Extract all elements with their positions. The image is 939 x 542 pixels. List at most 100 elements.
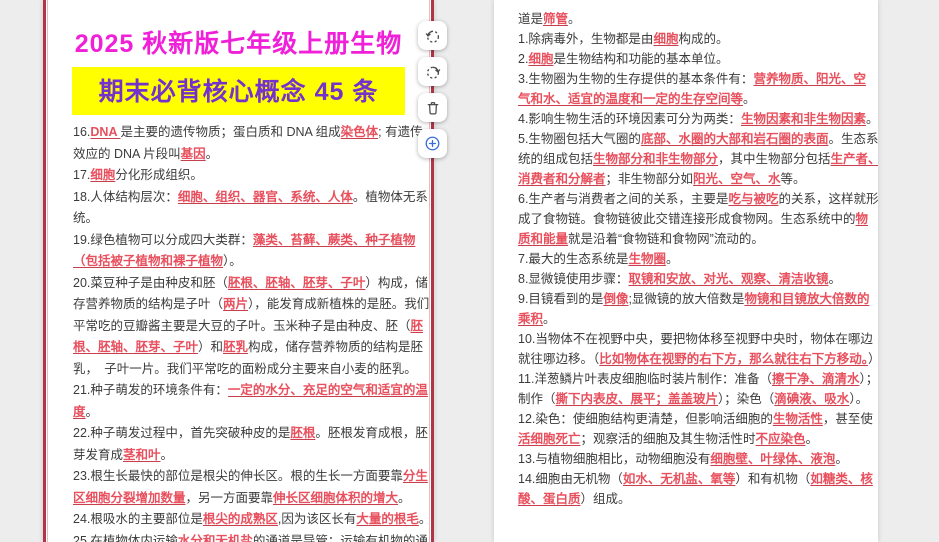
highlighted-term: 活细胞死亡 — [518, 432, 581, 446]
text-line: 区细胞分裂增加数量，另一方面要靠伸长区细胞体积的增大。 — [73, 488, 421, 510]
trash-icon — [424, 99, 442, 117]
highlighted-term: 不应染色 — [756, 432, 806, 446]
rotate-left-button[interactable] — [418, 21, 447, 50]
text-line: 统。 — [73, 208, 421, 230]
highlighted-term: （包括被子植物和裸子植物 — [73, 254, 223, 268]
highlighted-term: 茎和叶 — [123, 448, 161, 462]
highlighted-term: 细胞 — [653, 32, 678, 46]
text-line: 10.当物体不在视野中央，要把物体移至视野中央时，物体在哪边 — [518, 329, 872, 349]
text-line: 活细胞死亡；观察活的细胞及其生物活性时不应染色。 — [518, 429, 872, 449]
text-line: 14.细胞由无机物（如水、无机盐、氧等）和有机物（如糖类、核 — [518, 469, 872, 489]
text-line: 21.种子萌发的环境条件有：一定的水分、充足的空气和适宜的温 — [73, 380, 421, 402]
text-line: 24.根吸水的主要部位是根尖的成熟区,因为该区长有大量的根毛。 — [73, 509, 421, 531]
text-line: 消费者和分解者；非生物部分如阳光、空气、水等。 — [518, 169, 872, 189]
text-line: 13.与植物细胞相比，动物细胞没有细胞壁、叶绿体、液泡。 — [518, 449, 872, 469]
highlighted-term: 两片 — [223, 297, 248, 311]
text-line: 存营养物质的结构是子叶（两片），能发育成新植株的是胚。我们 — [73, 294, 421, 316]
highlighted-term: 胚乳 — [223, 340, 248, 354]
text-line: 8.显微镜使用步骤：取镜和安放、对光、观察、清洁收镜。 — [518, 269, 872, 289]
document-page-2[interactable]: 道是筛管。1.除病毒外，生物都是由细胞构成的。2.细胞是生物结构和功能的基本单位… — [494, 0, 878, 542]
left-page-text: 16.DNA 是主要的遗传物质；蛋白质和 DNA 组成染色体; 有遗传效应的 D… — [46, 115, 431, 542]
highlighted-term: 胚根、胚轴、胚芽、子叶 — [228, 276, 366, 290]
document-title-line1: 2025 秋新版七年级上册生物 — [46, 24, 431, 60]
highlighted-term: 乘积 — [518, 312, 543, 326]
document-page-1[interactable]: 2025 秋新版七年级上册生物 期末必背核心概念 45 条 16.DNA 是主要… — [43, 0, 434, 542]
highlighted-term: 物镜和目镜放大倍数的 — [744, 292, 869, 306]
text-line: 根、胚轴、胚芽、子叶）和胚乳构成，储存营养物质的结构是胚 — [73, 337, 421, 359]
rotate-right-icon — [424, 63, 442, 81]
text-line: 质和能量就是沿着“食物链和食物网”流动的。 — [518, 229, 872, 249]
page-toolbar — [418, 21, 447, 158]
highlighted-term: 取镜和安放、对光、观察、清洁收镜 — [628, 272, 828, 286]
text-line: 6.生产者与消费者之间的关系，主要是吃与被吃的关系，这样就形 — [518, 189, 872, 209]
text-line: 16.DNA 是主要的遗传物质；蛋白质和 DNA 组成染色体; 有遗传 — [73, 122, 421, 144]
highlighted-term: 生物因素和非生物因素 — [741, 112, 866, 126]
right-page-text: 道是筛管。1.除病毒外，生物都是由细胞构成的。2.细胞是生物结构和功能的基本单位… — [494, 0, 878, 509]
text-line: 成了食物链。食物链彼此交错连接形成食物网。生态系统中的物 — [518, 209, 872, 229]
text-line: 制作（撕下内表皮、展平；盖盖玻片）；染色（滴碘液、吸水）。 — [518, 389, 872, 409]
highlighted-term: 大量的根毛 — [356, 512, 419, 526]
highlighted-term: 营养物质、阳光、空 — [753, 72, 866, 86]
text-line: 4.影响生物生活的环境因素可分为两类：生物因素和非生物因素。 — [518, 109, 872, 129]
text-line: 2.细胞是生物结构和功能的基本单位。 — [518, 49, 872, 69]
highlighted-term: 基因 — [181, 147, 206, 161]
highlighted-term: DNA — [90, 125, 120, 139]
highlighted-term: 细胞 — [90, 168, 115, 182]
highlighted-term: 细胞壁、叶绿体、液泡 — [710, 452, 835, 466]
highlighted-term: 生物活性 — [773, 412, 823, 426]
text-line: 22.种子萌发过程中，首先突破种皮的是胚根。胚根发育成根，胚 — [73, 423, 421, 445]
highlighted-term: 染色体 — [341, 125, 379, 139]
highlighted-term: 藻类、苔藓、蕨类、种子植物 — [253, 233, 416, 247]
text-line: 18.人体结构层次：细胞、组织、器官、系统、人体。植物体无系 — [73, 187, 421, 209]
text-line: 17.细胞分化形成组织。 — [73, 165, 421, 187]
text-line: 11.洋葱鳞片叶表皮细胞临时装片制作：准备（擦干净、滴清水）； — [518, 369, 872, 389]
rotate-left-icon — [424, 27, 442, 45]
highlighted-term: 撕下内表皮、展平；盖盖玻片 — [556, 392, 719, 406]
text-line: 25.在植物体内运输水分和无机盐的通道是导管；运输有机物的通 — [73, 531, 421, 542]
highlighted-term: 消费者和分解者 — [518, 172, 606, 186]
text-line: 乘积。 — [518, 309, 872, 329]
highlighted-term: 倒像 — [603, 292, 628, 306]
text-line: 气和水、适宜的温度和一定的生存空间等。 — [518, 89, 872, 109]
text-line: 效应的 DNA 片段叫基因。 — [73, 144, 421, 166]
text-line: 7.最大的生态系统是生物圈。 — [518, 249, 872, 269]
text-line: 平常吃的豆瓣酱主要是大豆的子叶。玉米种子是由种皮、胚（胚 — [73, 316, 421, 338]
highlighted-term: 物 — [856, 212, 869, 226]
highlighted-term: 比如物体在视野的右下方，那么就往右下方移动。 — [599, 352, 868, 366]
text-line: 23.根生长最快的部位是根尖的伸长区。根的生长一方面要靠分生 — [73, 466, 421, 488]
document-title-highlight-band: 期末必背核心概念 45 条 — [72, 67, 405, 115]
text-line: （包括被子植物和裸子植物）。 — [73, 251, 421, 273]
text-line: 就往哪边移。（比如物体在视野的右下方，那么就往右下方移动。） — [518, 349, 872, 369]
text-line: 酸、蛋白质）组成。 — [518, 489, 872, 509]
delete-page-button[interactable] — [418, 93, 447, 122]
text-line: 9.目镜看到的是倒像;显微镜的放大倍数是物镜和目镜放大倍数的 — [518, 289, 872, 309]
highlighted-term: 生产者、 — [831, 152, 878, 166]
highlighted-term: 胚根 — [290, 426, 315, 440]
text-line: 乳， 子叶一片。我们平常吃的面粉成分主要来自小麦的胚乳。 — [73, 359, 421, 381]
highlighted-term: 质和能量 — [518, 232, 568, 246]
highlighted-term: 生物部分和非生物部分 — [593, 152, 718, 166]
rotate-right-button[interactable] — [418, 57, 447, 86]
highlighted-term: 区细胞分裂增加数量 — [73, 491, 186, 505]
highlighted-term: 细胞、组织、器官、系统、人体 — [178, 190, 353, 204]
highlighted-term: 度 — [73, 405, 86, 419]
highlighted-term: 胚 — [411, 319, 424, 333]
plus-circle-icon — [423, 134, 442, 153]
text-line: 1.除病毒外，生物都是由细胞构成的。 — [518, 29, 872, 49]
highlighted-term: 滴碘液、吸水 — [774, 392, 849, 406]
highlighted-term: 分生 — [403, 469, 428, 483]
highlighted-term: 吃与被吃 — [728, 192, 778, 206]
page-border-inner-line-left — [47, 0, 48, 542]
text-line: 芽发育成茎和叶。 — [73, 445, 421, 467]
text-line: 12.染色：使细胞结构更清楚，但影响活细胞的生物活性，甚至使 — [518, 409, 872, 429]
highlighted-term: 细胞 — [528, 52, 553, 66]
text-line: 20.菜豆种子是由种皮和胚（胚根、胚轴、胚芽、子叶）构成，储 — [73, 273, 421, 295]
text-line: 3.生物圈为生物的生存提供的基本条件有：营养物质、阳光、空 — [518, 69, 872, 89]
highlighted-term: 一定的水分、充足的空气和适宜的温 — [228, 383, 428, 397]
highlighted-term: 伸长区细胞体积的增大 — [273, 491, 398, 505]
highlighted-term: 阳光、空气、水 — [693, 172, 781, 186]
highlighted-term: 根、胚轴、胚芽、子叶 — [73, 340, 198, 354]
highlighted-term: 根尖的成熟区 — [203, 512, 278, 526]
text-line: 道是筛管。 — [518, 9, 872, 29]
add-page-button[interactable] — [418, 129, 447, 158]
